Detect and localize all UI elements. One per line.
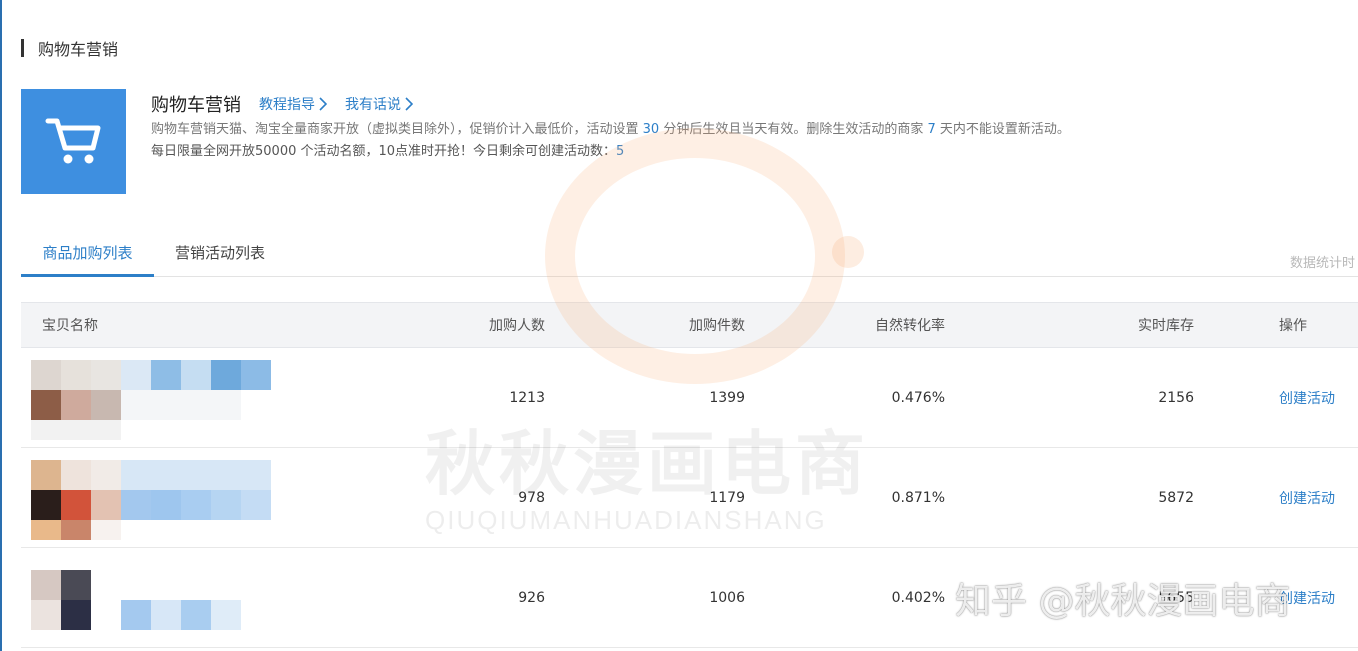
col-buyers: 加购人数 <box>489 318 545 334</box>
product-thumbnail-blurred <box>31 360 271 440</box>
create-activity-link[interactable]: 创建活动 <box>1279 448 1335 548</box>
product-thumbnail-blurred <box>31 460 271 540</box>
quota-value: 5 <box>616 144 625 159</box>
feedback-link-label: 我有话说 <box>345 97 401 113</box>
items-value: 1006 <box>709 590 745 606</box>
col-product-name: 宝贝名称 <box>42 318 98 334</box>
quota-text: 每日限量全网开放50000 个活动名额，10点准时开抢！今日剩余可创建活动数： <box>151 144 617 159</box>
conversion-rate-value: 0.476% <box>891 390 945 406</box>
table-row: 978 1179 0.871% 5872 创建活动 <box>21 448 1358 548</box>
col-items: 加购件数 <box>689 318 745 334</box>
stock-value: 5655 <box>1158 590 1194 606</box>
tab-marketing-activities[interactable]: 营销活动列表 <box>175 229 265 276</box>
intro-quota: 每日限量全网开放50000 个活动名额，10点准时开抢！今日剩余可创建活动数：5 <box>151 143 624 161</box>
buyers-value: 978 <box>518 490 545 506</box>
chevron-right-icon <box>405 97 413 111</box>
col-conversion-rate: 自然转化率 <box>875 318 945 334</box>
create-activity-link[interactable]: 创建活动 <box>1279 348 1335 448</box>
col-stock: 实时库存 <box>1138 318 1194 334</box>
col-action: 操作 <box>1279 318 1307 334</box>
tutorial-link[interactable]: 教程指导 <box>259 94 327 114</box>
table-row: 1213 1399 0.476% 2156 创建活动 <box>21 348 1358 448</box>
feedback-link[interactable]: 我有话说 <box>345 94 413 114</box>
intro-desc-part-2: 分钟后生效且当天有效。删除生效活动的商家 <box>663 122 924 137</box>
tutorial-link-label: 教程指导 <box>259 97 315 113</box>
conversion-rate-value: 0.871% <box>891 490 945 506</box>
intro-desc-part-3: 天内不能设置新活动。 <box>939 122 1070 137</box>
chevron-right-icon <box>319 97 327 111</box>
stat-time-note: 数据统计时 <box>1290 256 1356 271</box>
section-header: 购物车营销 <box>21 37 118 59</box>
section-title: 购物车营销 <box>38 40 119 59</box>
tab-cart-products[interactable]: 商品加购列表 <box>21 229 154 277</box>
stock-value: 2156 <box>1158 390 1194 406</box>
intro-desc-minutes: 30 <box>642 122 660 137</box>
table-header: 宝贝名称 加购人数 加购件数 自然转化率 实时库存 操作 <box>21 302 1358 348</box>
intro-desc-part-1: 购物车营销天猫、淘宝全量商家开放（虚拟类目除外），促销价计入最低价，活动设置 <box>151 122 639 137</box>
intro-header: 购物车营销 教程指导 我有话说 <box>151 92 431 116</box>
product-table: 宝贝名称 加购人数 加购件数 自然转化率 实时库存 操作 1213 1399 0… <box>21 302 1358 648</box>
cart-tile <box>21 89 126 194</box>
stock-value: 5872 <box>1158 490 1194 506</box>
intro-description: 购物车营销天猫、淘宝全量商家开放（虚拟类目除外），促销价计入最低价，活动设置 3… <box>151 121 1070 139</box>
shopping-cart-icon <box>45 118 100 163</box>
conversion-rate-value: 0.402% <box>891 590 945 606</box>
items-value: 1179 <box>709 490 745 506</box>
left-edge-line <box>0 0 2 651</box>
tab-bar: 商品加购列表 营销活动列表 <box>21 229 1358 277</box>
create-activity-link[interactable]: 创建活动 <box>1279 548 1335 648</box>
table-row: 926 1006 0.402% 5655 创建活动 <box>21 548 1358 648</box>
buyers-value: 926 <box>518 590 545 606</box>
intro-desc-days: 7 <box>927 122 936 137</box>
buyers-value: 1213 <box>509 390 545 406</box>
items-value: 1399 <box>709 390 745 406</box>
intro-title: 购物车营销 <box>151 95 241 116</box>
section-title-bar <box>21 39 24 57</box>
product-thumbnail-blurred <box>31 560 271 640</box>
